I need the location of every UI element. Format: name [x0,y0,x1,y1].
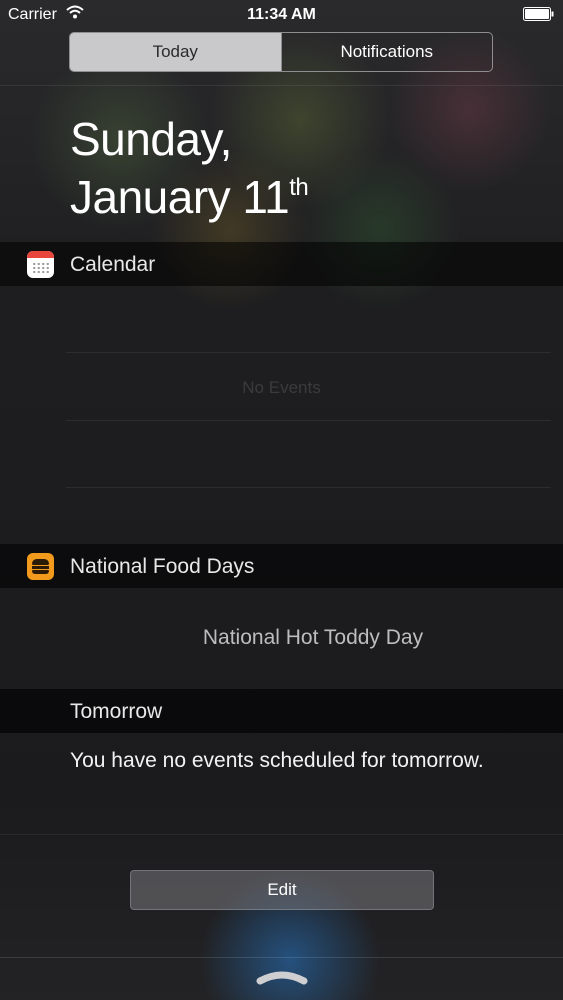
tab-today[interactable]: Today [70,33,281,71]
burger-icon [27,553,54,580]
view-switcher: Today Notifications [69,32,493,72]
calendar-icon [27,251,54,278]
calendar-row-divider [66,352,551,353]
grabber-icon[interactable] [256,968,308,986]
grabber-divider [0,957,563,958]
food-day-item[interactable]: National Hot Toddy Day [0,626,563,650]
tab-notifications[interactable]: Notifications [280,33,493,71]
tomorrow-widget-header: Tomorrow [0,689,563,733]
date-month-day-text: January 11 [70,171,290,223]
date-ordinal-suffix: th [289,174,309,201]
calendar-row-divider [66,420,551,421]
date-weekday: Sunday, [70,113,232,165]
calendar-row-divider [66,487,551,488]
calendar-widget-header[interactable]: Calendar [0,242,563,286]
header-divider [0,85,563,86]
status-bar: Carrier 11:34 AM [0,0,563,30]
food-days-widget-title: National Food Days [70,555,255,578]
calendar-widget-title: Calendar [70,253,156,276]
calendar-empty-text: No Events [242,378,321,397]
tomorrow-widget-title: Tomorrow [70,700,163,723]
footer-divider [0,834,563,835]
date-month-day: January 11th [70,170,309,224]
notification-center: Carrier 11:34 AM Today Notifications Sun… [0,0,563,1000]
edit-button[interactable]: Edit [130,870,434,910]
status-time: 11:34 AM [247,6,316,23]
tomorrow-summary: You have no events scheduled for tomorro… [70,749,484,772]
food-days-widget-header[interactable]: National Food Days [0,544,563,588]
battery-icon [523,7,555,21]
